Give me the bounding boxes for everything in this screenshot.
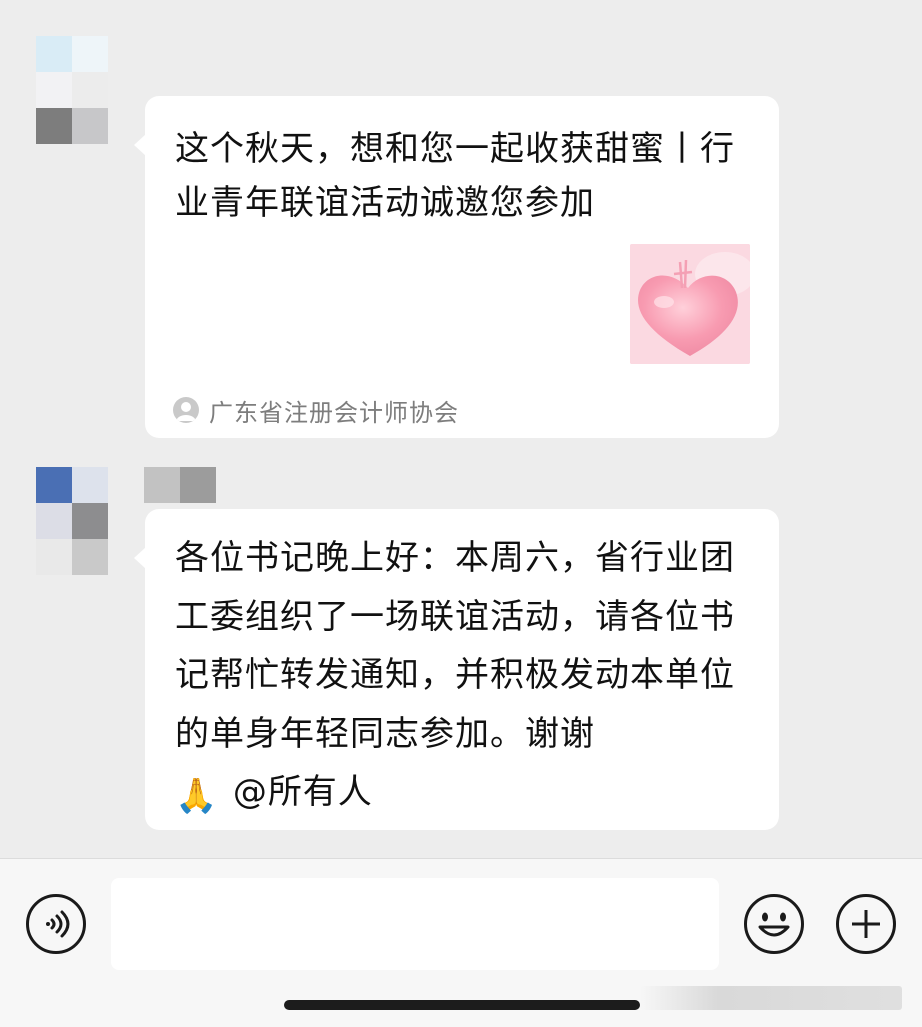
card-source: 广东省注册会计师协会 bbox=[173, 394, 459, 427]
text-message[interactable]: 各位书记晚上好：本周六，省行业团工委组织了一场联谊活动，请各位书记帮忙转发通知，… bbox=[134, 509, 779, 830]
sender-avatar[interactable] bbox=[36, 36, 108, 144]
sender-name bbox=[144, 467, 216, 503]
account-icon bbox=[173, 397, 199, 423]
message-text: 各位书记晚上好：本周六，省行业团工委组织了一场联谊活动，请各位书记帮忙转发通知，… bbox=[175, 529, 755, 826]
card-title: 这个秋天，想和您一起收获甜蜜丨行业青年联谊活动诚邀您参加 bbox=[175, 129, 735, 223]
link-card-message[interactable]: 这个秋天，想和您一起收获甜蜜丨行业青年联谊活动诚邀您参加 广东省注册会计师协会 bbox=[134, 96, 779, 438]
message-body: 各位书记晚上好：本周六，省行业团工委组织了一场联谊活动，请各位书记帮忙转发通知，… bbox=[175, 538, 735, 754]
pray-emoji: 🙏 bbox=[175, 776, 219, 816]
plus-icon[interactable] bbox=[835, 893, 897, 955]
heart-thumbnail bbox=[630, 244, 750, 364]
mention-all[interactable]: @所有人 bbox=[233, 772, 373, 812]
home-indicator bbox=[284, 1000, 640, 1010]
chat-area[interactable]: 这个秋天，想和您一起收获甜蜜丨行业青年联谊活动诚邀您参加 广东省注册会计师协会 … bbox=[0, 0, 922, 858]
source-label: 广东省注册会计师协会 bbox=[209, 398, 459, 427]
voice-icon[interactable] bbox=[25, 893, 87, 955]
watermark bbox=[640, 986, 902, 1010]
smiley-icon[interactable] bbox=[743, 893, 805, 955]
sender-avatar[interactable] bbox=[36, 467, 108, 575]
message-input[interactable] bbox=[111, 878, 719, 970]
